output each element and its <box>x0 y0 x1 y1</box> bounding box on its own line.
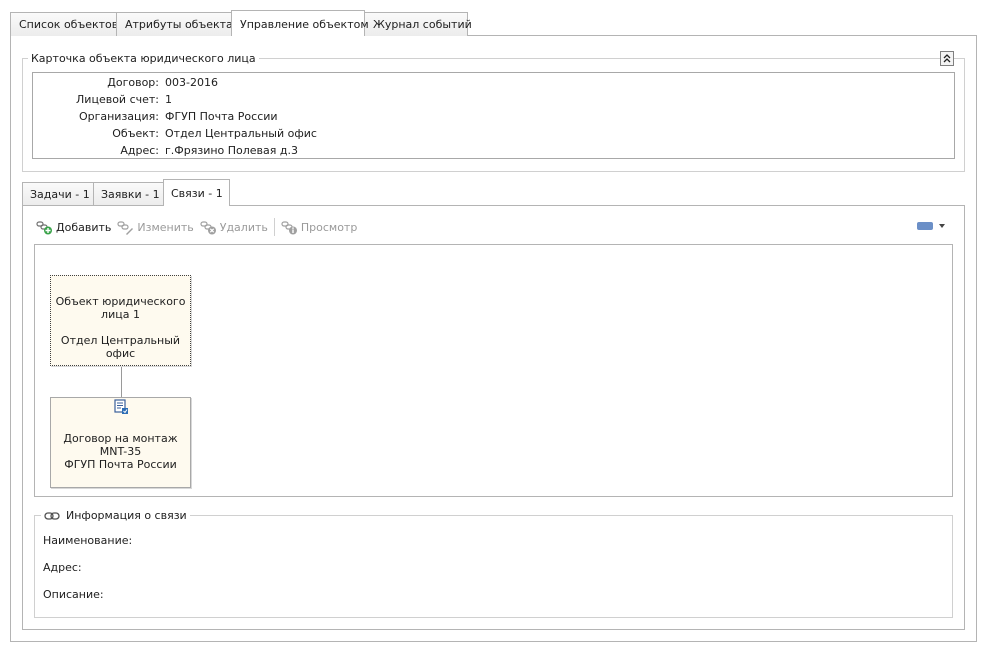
object-card-fields: Договор: 003-2016 Лицевой счет: 1 Органи… <box>32 72 955 159</box>
tab-object-attributes[interactable]: Атрибуты объекта <box>116 12 233 36</box>
object-card-title: Карточка объекта юридического лица <box>28 52 259 65</box>
tab-object-management[interactable]: Управление объектом <box>231 10 369 36</box>
field-address: Адрес: г.Фрязино Полевая д.3 <box>33 144 954 161</box>
node-subtitle: Отдел Центральный офис <box>60 334 181 360</box>
tab-requests[interactable]: Заявки - 1 <box>93 182 164 205</box>
add-button[interactable]: Добавить <box>36 220 111 235</box>
link-info-caption: Информация о связи <box>41 509 190 522</box>
link-icon <box>44 511 60 520</box>
view-button-label: Просмотр <box>300 220 358 234</box>
tab-tasks[interactable]: Задачи - 1 <box>22 182 94 205</box>
chevron-down-icon <box>939 224 945 228</box>
toolbar-separator <box>273 218 275 236</box>
links-toolbar: Добавить Изменить Удалить Просмотр <box>36 218 363 236</box>
field-label: Объект: <box>112 127 159 140</box>
tab-links[interactable]: Связи - 1 <box>163 179 230 206</box>
field-value: 1 <box>165 93 172 106</box>
top-tab-bar: Список объектов Атрибуты объекта Управле… <box>10 10 977 36</box>
tab-label: Список объектов <box>19 18 119 31</box>
node-title-line: Объект юридического <box>55 295 186 308</box>
tab-event-log[interactable]: Журнал событий <box>364 12 472 36</box>
delete-button[interactable]: Удалить <box>200 220 268 235</box>
field-value: 003-2016 <box>165 76 218 89</box>
diagram-node-object[interactable]: Объект юридического лица 1 Отдел Централ… <box>50 275 191 366</box>
contract-icon <box>114 399 128 414</box>
field-value: г.Фрязино Полевая д.3 <box>165 144 298 157</box>
tab-label: Журнал событий <box>373 18 472 31</box>
field-label: Лицевой счет: <box>76 93 159 106</box>
field-label: Организация: <box>78 110 159 123</box>
tab-label: Связи - 1 <box>171 187 223 200</box>
add-link-icon <box>36 220 52 234</box>
view-link-icon <box>281 220 297 234</box>
view-button[interactable]: Просмотр <box>281 220 357 235</box>
field-value: ФГУП Почта России <box>165 110 278 123</box>
node-title-line: лица 1 <box>101 308 140 321</box>
edit-link-icon <box>117 220 134 235</box>
field-object: Объект: Отдел Центральный офис <box>33 127 954 144</box>
link-info-group <box>34 515 953 618</box>
edit-button[interactable]: Изменить <box>117 220 194 235</box>
delete-button-label: Удалить <box>219 220 268 234</box>
field-organization: Организация: ФГУП Почта России <box>33 110 954 127</box>
tab-label: Заявки - 1 <box>101 188 160 201</box>
add-button-label: Добавить <box>56 220 112 234</box>
layout-swatch-icon <box>917 222 933 230</box>
link-name-label: Наименование: <box>43 534 133 547</box>
collapse-button[interactable] <box>940 51 954 66</box>
field-account: Лицевой счет: 1 <box>33 93 954 110</box>
diagram-connector <box>121 366 122 397</box>
node-title-line: Договор на монтаж MNT-35 <box>63 432 178 458</box>
node-subtitle: ФГУП Почта России <box>64 458 177 471</box>
delete-link-icon <box>200 220 216 234</box>
tab-label: Атрибуты объекта <box>125 18 233 31</box>
field-label: Договор: <box>107 76 159 89</box>
chevrons-up-icon <box>943 54 951 63</box>
link-info-title: Информация о связи <box>66 509 187 522</box>
tab-label: Управление объектом <box>240 18 369 31</box>
field-contract: Договор: 003-2016 <box>33 76 954 93</box>
layout-menu-button[interactable] <box>917 222 945 230</box>
tab-object-list[interactable]: Список объектов <box>10 12 119 36</box>
link-address-label: Адрес: <box>43 561 82 574</box>
tab-label: Задачи - 1 <box>30 188 90 201</box>
field-value: Отдел Центральный офис <box>165 127 317 140</box>
diagram-node-contract[interactable]: Договор на монтаж MNT-35 ФГУП Почта Росс… <box>50 397 191 488</box>
edit-button-label: Изменить <box>137 220 194 234</box>
field-label: Адрес: <box>120 144 159 157</box>
link-description-label: Описание: <box>43 588 104 601</box>
